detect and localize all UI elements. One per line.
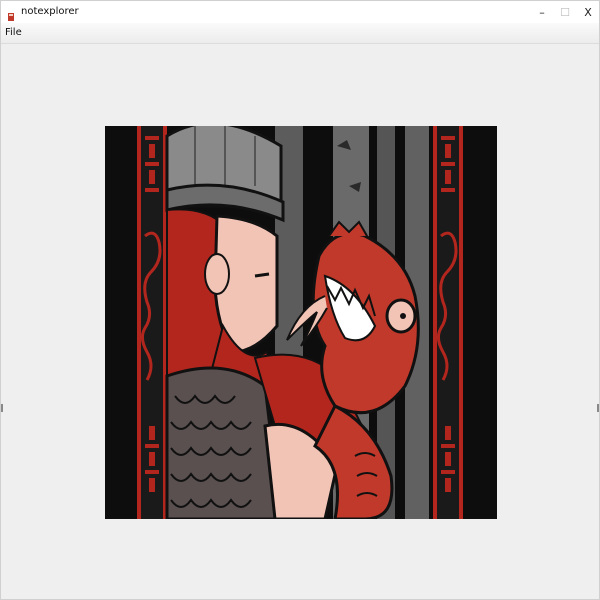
app-icon bbox=[6, 7, 16, 21]
app-window: notexplorer – ☐ X File bbox=[0, 0, 600, 600]
image-viewer-area bbox=[1, 44, 599, 599]
displayed-image bbox=[105, 126, 497, 519]
menu-file[interactable]: File bbox=[1, 23, 26, 43]
viking-and-dragon-illustration-icon bbox=[105, 126, 497, 519]
close-button[interactable]: X bbox=[577, 1, 599, 23]
menu-bar: File bbox=[1, 23, 599, 44]
maximize-button[interactable]: ☐ bbox=[554, 1, 576, 23]
window-title: notexplorer bbox=[21, 6, 79, 17]
left-edge-grip[interactable] bbox=[1, 404, 3, 412]
right-edge-grip[interactable] bbox=[597, 404, 599, 412]
minimize-button[interactable]: – bbox=[531, 1, 553, 23]
window-controls: – ☐ X bbox=[530, 1, 599, 23]
title-bar[interactable]: notexplorer – ☐ X bbox=[1, 1, 599, 23]
